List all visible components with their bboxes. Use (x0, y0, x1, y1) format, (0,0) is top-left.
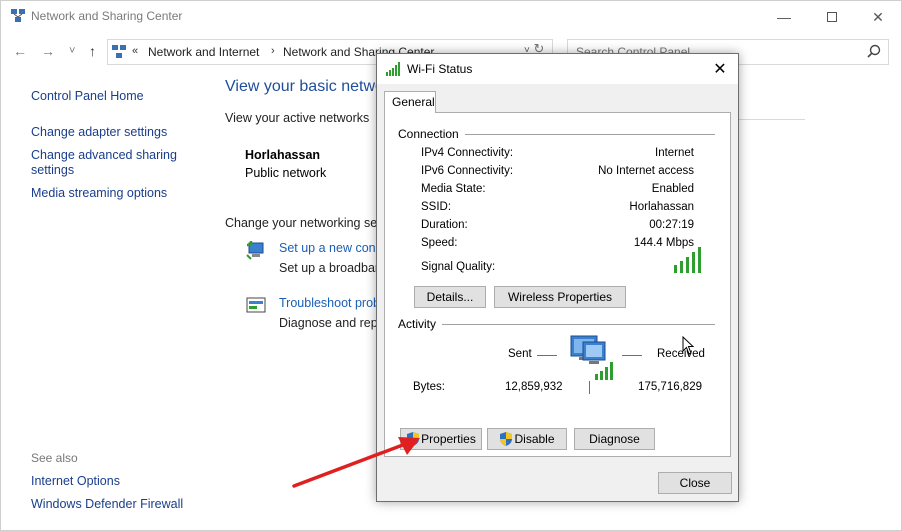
received-connector-line (622, 355, 642, 356)
minimize-icon: — (777, 9, 791, 25)
windows-firewall-link[interactable]: Windows Defender Firewall (31, 497, 183, 511)
network-name: Horlahassan (245, 148, 321, 162)
uac-shield-icon (500, 432, 513, 446)
wifi-signal-icon (386, 62, 400, 76)
ipv4-value: Internet (655, 147, 694, 159)
setup-new-connection-link[interactable]: Set up a new conn (279, 241, 383, 255)
recent-locations-button[interactable]: ˅ (69, 45, 75, 57)
dialog-titlebar[interactable]: Wi-Fi Status ✕ (377, 54, 738, 84)
signal-quality-label: Signal Quality: (421, 261, 496, 273)
activity-divider (441, 324, 715, 325)
general-tab-panel: Connection IPv4 Connectivity: Internet I… (384, 112, 731, 457)
disable-label: Disable (514, 432, 555, 446)
troubleshoot-icon (246, 297, 266, 313)
bytes-label: Bytes: (413, 381, 445, 393)
troubleshoot-problems-link[interactable]: Troubleshoot probl (279, 296, 383, 310)
search-icon[interactable] (866, 44, 882, 60)
tab-general[interactable]: General (384, 91, 436, 113)
sent-connector-line (537, 355, 557, 356)
window-title: Network and Sharing Center (31, 9, 183, 23)
see-also-heading: See also (31, 451, 78, 465)
dialog-close-icon[interactable]: ✕ (707, 59, 733, 79)
media-streaming-options-link[interactable]: Media streaming options (31, 186, 167, 201)
media-state-value: Enabled (651, 183, 694, 195)
setup-new-connection-desc: Set up a broadband (279, 261, 389, 275)
network-activity-icon (570, 335, 613, 380)
ipv6-value: No Internet access (598, 165, 694, 177)
duration-label: Duration: (421, 219, 468, 231)
wifi-status-dialog: Wi-Fi Status ✕ General Connection IPv4 C… (376, 53, 739, 502)
wireless-properties-button[interactable]: Wireless Properties (494, 286, 626, 308)
annotation-arrow-icon (292, 437, 420, 488)
activity-group-label: Activity (398, 317, 443, 331)
minimize-button[interactable]: — (761, 5, 807, 29)
connection-group-label: Connection (398, 127, 465, 141)
change-adapter-settings-link[interactable]: Change adapter settings (31, 125, 167, 140)
ipv6-label: IPv6 Connectivity: (421, 165, 514, 177)
ssid-label: SSID: (421, 201, 452, 213)
network-center-icon (11, 9, 25, 22)
received-label: Received (657, 348, 705, 360)
maximize-icon (827, 12, 837, 22)
bytes-sent-value: 12,859,932 (505, 381, 563, 393)
back-button[interactable]: ← (13, 43, 27, 59)
signal-strength-icon (674, 247, 701, 273)
breadcrumb-overflow[interactable]: « (132, 45, 138, 57)
network-type: Public network (245, 166, 327, 180)
disable-button[interactable]: Disable (487, 428, 567, 450)
control-panel-home-link[interactable]: Control Panel Home (31, 89, 144, 104)
window-close-button[interactable]: ✕ (855, 5, 901, 29)
troubleshoot-problems-desc: Diagnose and repa (279, 316, 385, 330)
connection-divider (465, 134, 715, 135)
close-icon: ✕ (872, 8, 884, 25)
forward-button[interactable]: → (41, 43, 55, 59)
dialog-title: Wi-Fi Status (407, 62, 473, 76)
speed-label: Speed: (421, 237, 458, 249)
details-button[interactable]: Details... (414, 286, 486, 308)
breadcrumb-arrow-icon[interactable]: › (271, 45, 275, 57)
ssid-value: Horlahassan (629, 201, 694, 213)
sent-label: Sent (508, 348, 532, 360)
mouse-cursor-icon (682, 336, 695, 355)
page-title: View your basic netwo (225, 78, 384, 95)
dialog-close-button[interactable]: Close (658, 472, 732, 494)
breadcrumb-network-internet[interactable]: Network and Internet (148, 45, 259, 59)
up-button[interactable]: ↑ (89, 43, 96, 59)
diagnose-button[interactable]: Diagnose (574, 428, 655, 450)
bytes-received-value: 175,716,829 (638, 381, 702, 393)
change-advanced-sharing-link[interactable]: Change advanced sharing settings (31, 148, 201, 178)
internet-options-link[interactable]: Internet Options (31, 474, 120, 488)
window-titlebar[interactable]: Network and Sharing Center — ✕ (1, 1, 902, 33)
control-panel-icon (112, 45, 126, 58)
activity-separator (589, 381, 590, 394)
network-setup-icon (246, 241, 264, 260)
duration-value: 00:27:19 (649, 219, 694, 231)
ipv4-label: IPv4 Connectivity: (421, 147, 514, 159)
media-state-label: Media State: (421, 183, 486, 195)
active-networks-heading: View your active networks (225, 111, 370, 125)
change-settings-heading: Change your networking setti (225, 216, 387, 230)
maximize-button[interactable] (809, 5, 855, 29)
